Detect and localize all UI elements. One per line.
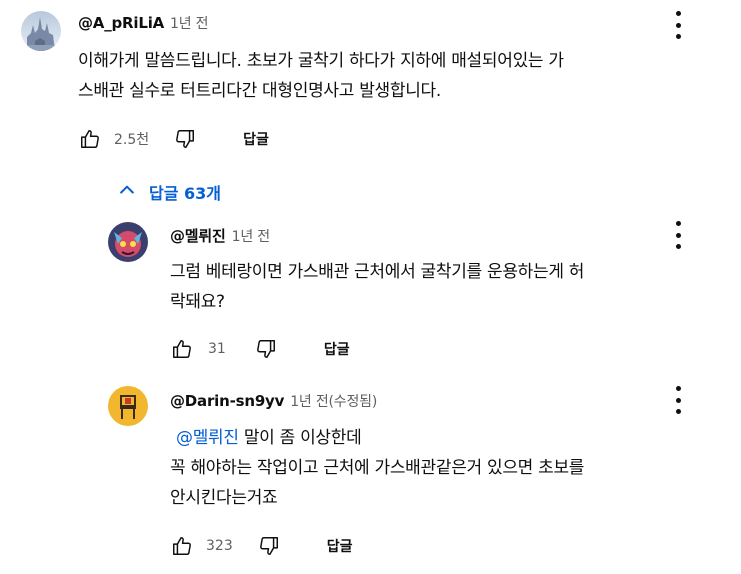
like-count: 2.5천 [114, 132, 150, 148]
reply-text-line: 락돼요? [170, 292, 225, 312]
comment-text-line: 스배관 실수로 터트리다간 대형인명사고 발생합니다. [78, 81, 441, 101]
thumbs-down-icon[interactable] [257, 534, 281, 558]
comment-actions: 2.5천 답글 [78, 127, 269, 151]
reply-button[interactable]: 답글 [327, 536, 353, 556]
more-options-icon[interactable] [668, 386, 688, 414]
reply-actions: 31 답글 [170, 337, 350, 361]
reply-author[interactable]: @Darin-sn9yv 1년 전(수정됨) [170, 391, 377, 411]
reply-text-line: 그럼 베테랑이면 가스배관 근처에서 굴착기를 운용하는게 허 [170, 262, 585, 282]
avatar[interactable] [108, 222, 148, 262]
thumbs-down-icon[interactable] [254, 337, 278, 361]
replies-toggle-button[interactable]: 답글 63개 [117, 180, 221, 204]
like-count: 31 [208, 341, 226, 357]
reply-button[interactable]: 답글 [324, 339, 350, 359]
like-count: 323 [206, 538, 233, 554]
comment-author[interactable]: @A_pRiLiA 1년 전 [78, 13, 209, 33]
avatar[interactable] [108, 386, 148, 426]
comment-time[interactable]: 1년 전 [170, 16, 209, 32]
reply-time[interactable]: 1년 전(수정됨) [290, 394, 377, 410]
thumbs-up-icon[interactable] [170, 534, 194, 558]
reply-author-name[interactable]: @멜뤼진 [170, 227, 226, 245]
reply-author[interactable]: @멜뤼진 1년 전 [170, 225, 270, 246]
reply-actions: 323 답글 [170, 534, 353, 558]
more-options-icon[interactable] [668, 221, 688, 249]
thumbs-down-icon[interactable] [173, 127, 197, 151]
more-options-icon[interactable] [668, 11, 688, 39]
reply-button[interactable]: 답글 [243, 129, 269, 149]
reply-text-line: 꼭 해야하는 작업이고 근처에 가스배관같은거 있으면 초보를 [170, 458, 585, 478]
reply-author-name[interactable]: @Darin-sn9yv [170, 392, 284, 410]
comment-text: 이해가게 말씀드립니다. 초보가 굴착기 하다가 지하에 매설되어있는 가 스배… [78, 46, 718, 106]
reply-time[interactable]: 1년 전 [232, 229, 271, 245]
reply-text-fragment: 말이 좀 이상한데 [238, 428, 362, 448]
reply-text: @멜뤼진 말이 좀 이상한데 꼭 해야하는 작업이고 근처에 가스배관같은거 있… [170, 423, 720, 513]
comment-author-name[interactable]: @A_pRiLiA [78, 14, 164, 32]
replies-count-label[interactable]: 답글 63개 [149, 180, 221, 204]
thumbs-up-icon[interactable] [170, 337, 194, 361]
reply-text-line: @멜뤼진 말이 좀 이상한데 [170, 423, 720, 453]
reply-text-line: 안시킨다는거죠 [170, 488, 278, 508]
mention-link[interactable]: @멜뤼진 [176, 428, 239, 448]
thumbs-up-icon[interactable] [78, 127, 102, 151]
reply-text: 그럼 베테랑이면 가스배관 근처에서 굴착기를 운용하는게 허 락돼요? [170, 257, 720, 317]
chevron-up-icon [117, 180, 137, 204]
avatar[interactable] [21, 11, 61, 51]
comment-text-line: 이해가게 말씀드립니다. 초보가 굴착기 하다가 지하에 매설되어있는 가 [78, 51, 564, 71]
